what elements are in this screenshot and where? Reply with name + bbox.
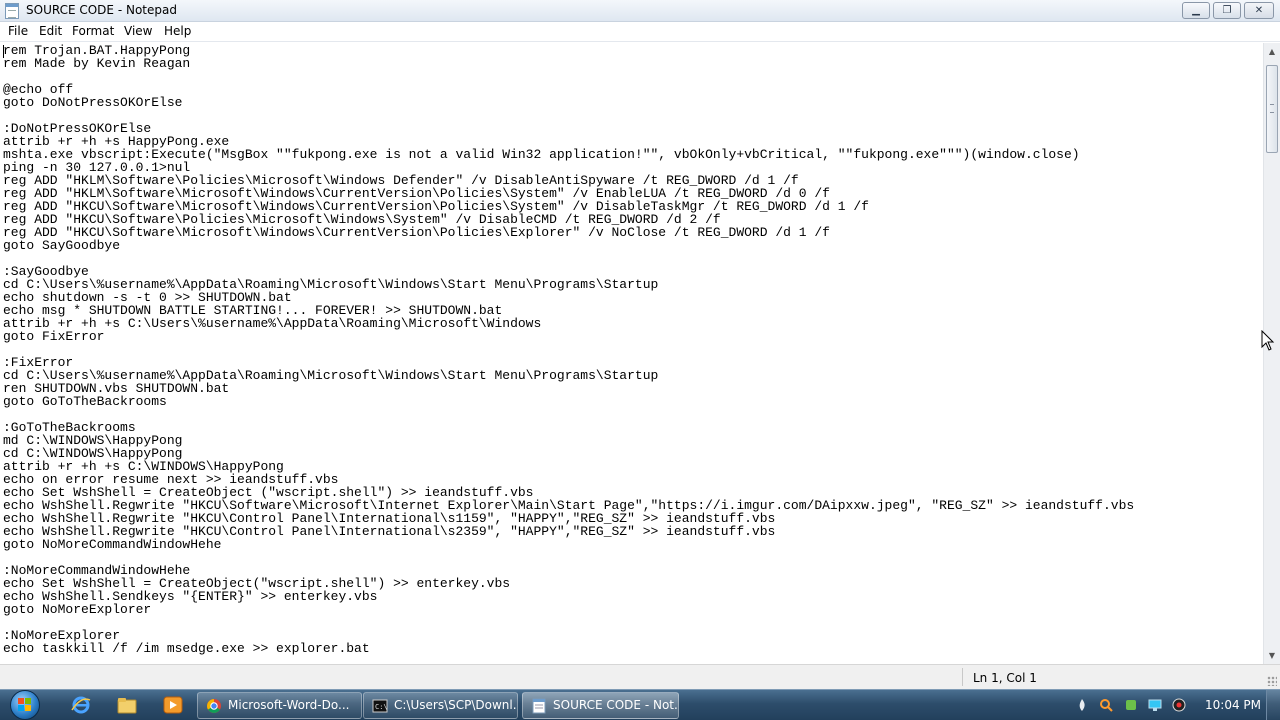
scroll-up-icon[interactable]: ▲ bbox=[1264, 43, 1280, 60]
cmd-icon: C:\ bbox=[372, 699, 388, 713]
taskbar: Microsoft-Word-Do... C:\ C:\Users\SCP\Do… bbox=[0, 689, 1280, 720]
show-desktop-button[interactable] bbox=[1266, 690, 1280, 720]
volume-icon[interactable] bbox=[1172, 698, 1186, 712]
security-icon[interactable] bbox=[1124, 698, 1138, 712]
task-label: SOURCE CODE - Not... bbox=[553, 698, 679, 712]
flame-icon[interactable] bbox=[1075, 698, 1089, 712]
resize-grip-icon[interactable] bbox=[1267, 676, 1277, 686]
document-text[interactable]: rem Trojan.BAT.HappyPong rem Made by Kev… bbox=[3, 44, 1134, 655]
maximize-button[interactable]: ❐ bbox=[1213, 2, 1241, 19]
mouse-pointer-icon bbox=[1261, 330, 1275, 351]
clock[interactable]: 10:04 PM bbox=[1205, 698, 1261, 712]
menu-format[interactable]: Format bbox=[72, 24, 114, 38]
taskbar-task-cmd[interactable]: C:\ C:\Users\SCP\Downl... bbox=[363, 692, 518, 719]
svg-text:C:\: C:\ bbox=[375, 703, 388, 711]
close-button[interactable]: ✕ bbox=[1244, 2, 1274, 19]
notepad-icon bbox=[532, 698, 546, 714]
notepad-icon[interactable] bbox=[5, 3, 19, 19]
media-player-icon[interactable] bbox=[162, 694, 184, 716]
internet-explorer-icon[interactable] bbox=[70, 694, 92, 716]
start-button[interactable] bbox=[2, 686, 46, 720]
search-icon[interactable] bbox=[1099, 698, 1113, 712]
title-bar[interactable]: SOURCE CODE - Notepad ▁ ❐ ✕ bbox=[0, 0, 1280, 22]
menu-edit[interactable]: Edit bbox=[39, 24, 62, 38]
minimize-icon: ▁ bbox=[1192, 5, 1200, 16]
status-divider bbox=[962, 668, 963, 686]
minimize-button[interactable]: ▁ bbox=[1182, 2, 1210, 19]
status-bar: Ln 1, Col 1 bbox=[0, 664, 1280, 689]
scroll-down-icon[interactable]: ▼ bbox=[1264, 647, 1280, 664]
menu-bar: File Edit Format View Help bbox=[0, 22, 1280, 42]
text-caret bbox=[3, 45, 4, 58]
taskbar-task-notepad[interactable]: SOURCE CODE - Not... bbox=[522, 692, 679, 719]
menu-file[interactable]: File bbox=[8, 24, 28, 38]
task-label: C:\Users\SCP\Downl... bbox=[394, 698, 518, 712]
network-icon[interactable] bbox=[1148, 698, 1162, 712]
menu-help[interactable]: Help bbox=[164, 24, 191, 38]
menu-view[interactable]: View bbox=[124, 24, 152, 38]
chrome-icon bbox=[207, 699, 221, 713]
file-explorer-icon[interactable] bbox=[116, 694, 138, 716]
window-title: SOURCE CODE - Notepad bbox=[26, 3, 177, 17]
task-label: Microsoft-Word-Do... bbox=[228, 698, 350, 712]
cursor-position: Ln 1, Col 1 bbox=[973, 671, 1037, 685]
taskbar-task-word-doc[interactable]: Microsoft-Word-Do... bbox=[197, 692, 362, 719]
vertical-scrollbar[interactable]: ▲ ▼ bbox=[1263, 43, 1280, 664]
windows-flag-icon bbox=[18, 698, 31, 711]
scroll-thumb[interactable] bbox=[1266, 65, 1278, 153]
restore-icon: ❐ bbox=[1222, 5, 1232, 16]
text-editor[interactable]: rem Trojan.BAT.HappyPong rem Made by Kev… bbox=[0, 43, 1263, 664]
close-icon: ✕ bbox=[1254, 5, 1264, 16]
